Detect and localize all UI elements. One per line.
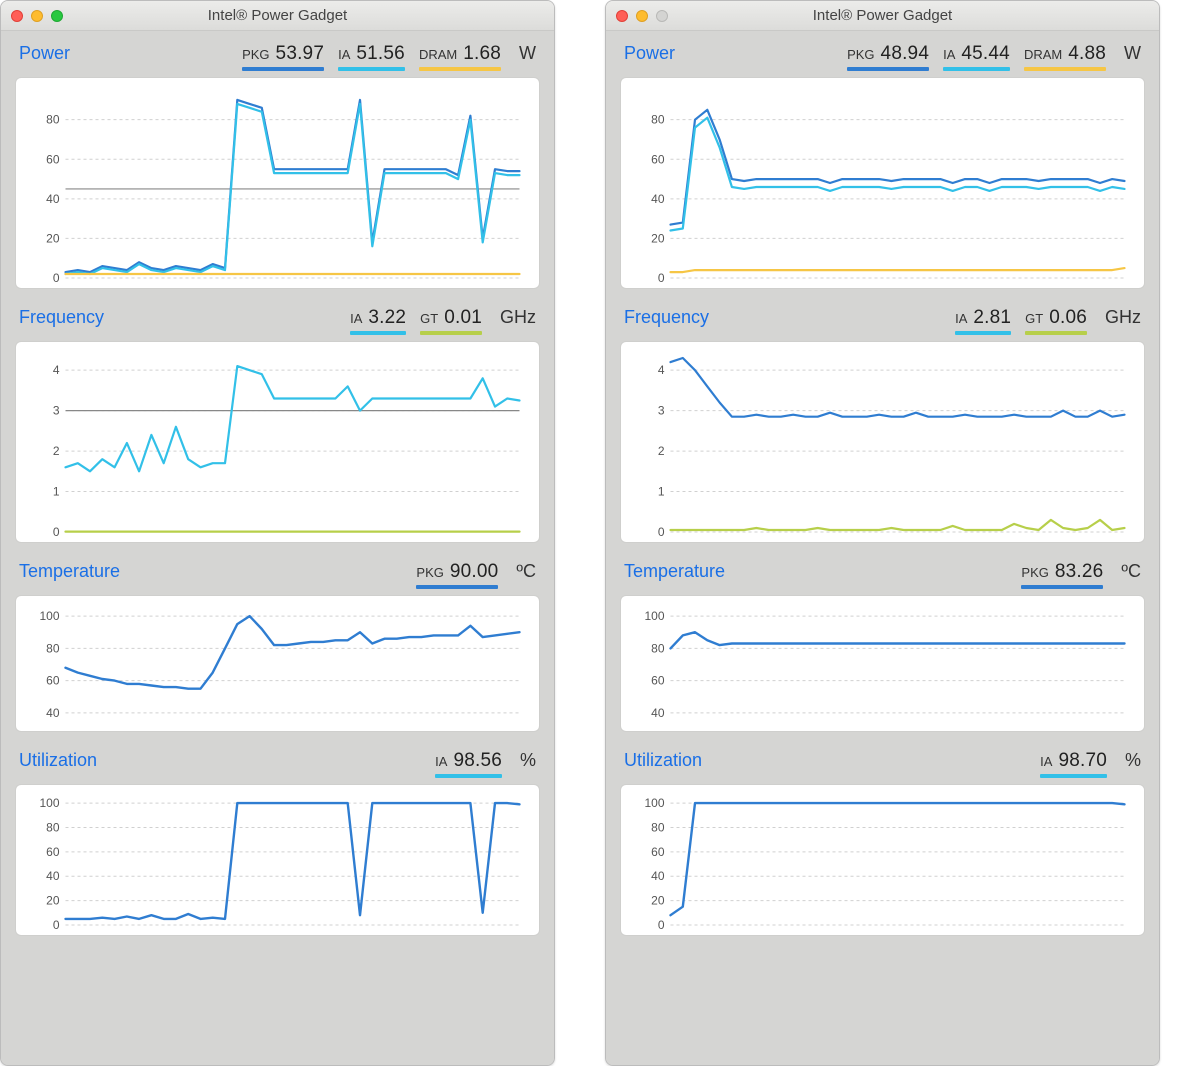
svg-text:60: 60 xyxy=(651,152,665,166)
svg-text:100: 100 xyxy=(644,609,664,623)
legend-bar-dram xyxy=(419,67,501,71)
svg-text:0: 0 xyxy=(53,918,60,931)
svg-text:40: 40 xyxy=(651,706,665,720)
svg-text:100: 100 xyxy=(39,609,59,623)
readout-util-ia: IA98.56 xyxy=(435,750,502,778)
svg-text:0: 0 xyxy=(53,271,60,284)
readout-ia: IA51.56 xyxy=(338,43,405,71)
svg-text:80: 80 xyxy=(46,641,60,655)
svg-text:60: 60 xyxy=(46,845,60,859)
panel-utilization: Utilization IA98.56 % 020406080100 xyxy=(15,750,540,936)
panel-title-power: Power xyxy=(19,43,70,64)
chart-frequency: 0 1 2 3 4 xyxy=(15,341,540,543)
readout-pkg: PKG53.97 xyxy=(242,43,324,71)
svg-text:0: 0 xyxy=(658,271,665,284)
svg-text:100: 100 xyxy=(644,796,664,810)
zoom-icon[interactable] xyxy=(656,10,668,22)
close-icon[interactable] xyxy=(11,10,23,22)
svg-text:40: 40 xyxy=(651,192,665,206)
window-body: Power PKG48.94 IA45.44 DRAM4.88 W 020406… xyxy=(606,31,1159,1065)
legend-bar-ia xyxy=(338,67,405,71)
zoom-icon[interactable] xyxy=(51,10,63,22)
panel-utilization: Utilization IA98.70 % 020406080100 xyxy=(620,750,1145,936)
chart-utilization: 0 20 40 60 80 100 xyxy=(15,784,540,936)
panel-title-frequency: Frequency xyxy=(19,307,104,328)
svg-text:2: 2 xyxy=(53,444,60,458)
svg-text:20: 20 xyxy=(46,894,60,908)
titlebar[interactable]: Intel® Power Gadget xyxy=(1,1,554,31)
svg-text:20: 20 xyxy=(651,231,665,245)
svg-text:80: 80 xyxy=(651,641,665,655)
svg-text:60: 60 xyxy=(651,674,665,688)
readout-dram: DRAM1.68 xyxy=(419,43,501,71)
svg-text:80: 80 xyxy=(46,113,60,127)
chart-power: 0 20 40 60 80 xyxy=(15,77,540,289)
svg-text:80: 80 xyxy=(651,820,665,834)
svg-text:40: 40 xyxy=(46,192,60,206)
close-icon[interactable] xyxy=(616,10,628,22)
panel-power: Power PKG48.94 IA45.44 DRAM4.88 W 020406… xyxy=(620,43,1145,289)
svg-text:20: 20 xyxy=(46,231,60,245)
window-title: Intel® Power Gadget xyxy=(606,7,1159,24)
svg-text:1: 1 xyxy=(658,485,665,499)
unit-power: W xyxy=(519,43,536,64)
svg-text:0: 0 xyxy=(658,525,665,538)
readout-freq-gt: GT0.01 xyxy=(420,307,482,335)
panel-frequency: Frequency IA2.81 GT0.06 GHz 01234 xyxy=(620,307,1145,543)
power-readouts: PKG53.97 IA51.56 DRAM1.68 W xyxy=(242,43,536,71)
panel-frequency: Frequency IA3.22 GT0.01 GHz 01234 xyxy=(15,307,540,543)
readout-temp-pkg: PKG90.00 xyxy=(416,561,498,589)
chart-temperature: 40 60 80 100 xyxy=(15,595,540,732)
legend-bar-pkg xyxy=(242,67,324,71)
svg-text:3: 3 xyxy=(53,404,60,418)
window-left[interactable]: Intel® Power Gadget Power PKG53.97 IA51.… xyxy=(0,0,555,1066)
svg-text:3: 3 xyxy=(658,404,665,418)
svg-text:1: 1 xyxy=(53,485,60,499)
svg-text:100: 100 xyxy=(39,796,59,810)
svg-text:40: 40 xyxy=(46,706,60,720)
minimize-icon[interactable] xyxy=(636,10,648,22)
traffic-lights xyxy=(616,10,668,22)
readout-freq-ia: IA3.22 xyxy=(350,307,406,335)
svg-text:40: 40 xyxy=(46,869,60,883)
svg-text:40: 40 xyxy=(651,869,665,883)
svg-text:80: 80 xyxy=(46,820,60,834)
window-right[interactable]: Intel® Power Gadget Power PKG48.94 IA45.… xyxy=(605,0,1160,1066)
panel-power: Power PKG53.97 IA51.56 DRAM1.68 W xyxy=(15,43,540,289)
svg-text:0: 0 xyxy=(53,525,60,538)
traffic-lights xyxy=(11,10,63,22)
window-title: Intel® Power Gadget xyxy=(1,7,554,24)
svg-text:20: 20 xyxy=(651,894,665,908)
panel-temperature: Temperature PKG90.00 ºC 406080100 xyxy=(15,561,540,732)
minimize-icon[interactable] xyxy=(31,10,43,22)
window-body: Power PKG53.97 IA51.56 DRAM1.68 W xyxy=(1,31,554,1065)
svg-text:60: 60 xyxy=(46,152,60,166)
svg-text:4: 4 xyxy=(658,363,665,377)
titlebar[interactable]: Intel® Power Gadget xyxy=(606,1,1159,31)
svg-text:60: 60 xyxy=(651,845,665,859)
svg-text:60: 60 xyxy=(46,674,60,688)
svg-text:4: 4 xyxy=(53,363,60,377)
svg-text:0: 0 xyxy=(658,918,665,931)
svg-text:80: 80 xyxy=(651,113,665,127)
panel-temperature: Temperature PKG83.26 ºC 406080100 xyxy=(620,561,1145,732)
svg-text:2: 2 xyxy=(658,444,665,458)
